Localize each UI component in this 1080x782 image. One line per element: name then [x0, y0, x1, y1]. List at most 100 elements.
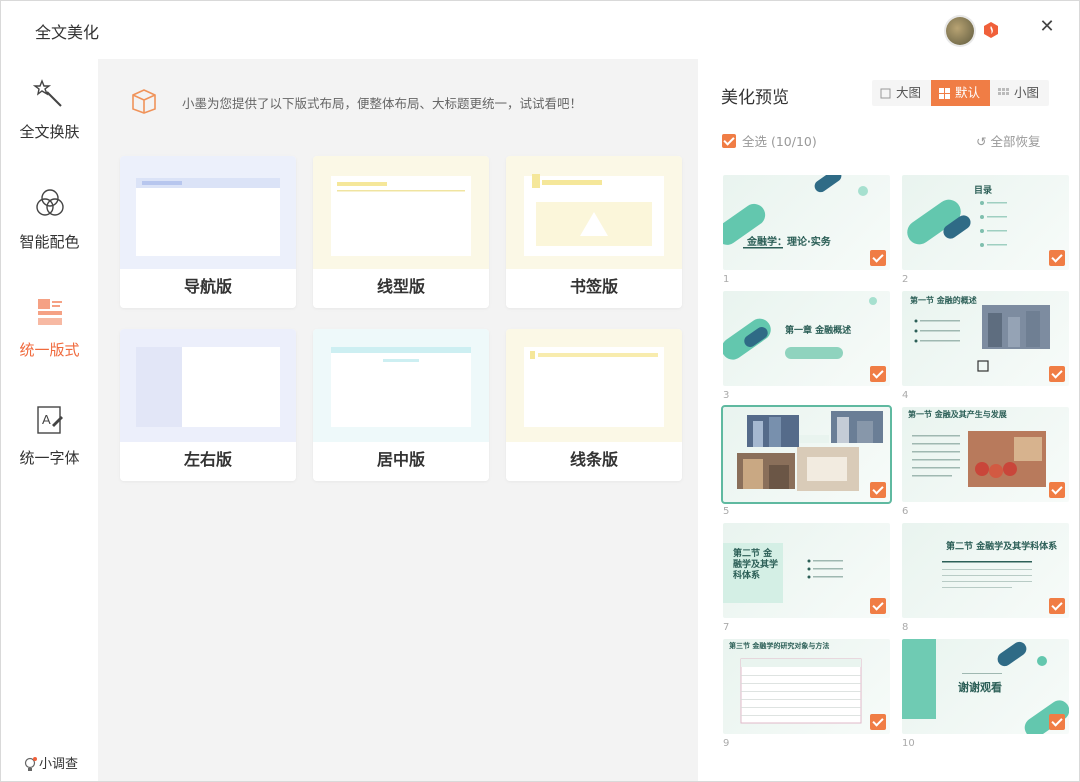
slide-title: 第一节 金融及其产生与发展	[908, 410, 1007, 419]
select-all-label: 全选 (10/10)	[742, 134, 817, 149]
survey-label: 小调查	[39, 757, 79, 772]
view-size-switcher: 大图 默认 小图	[872, 80, 1050, 106]
slide-thumbnail[interactable]: 第二节 金融学及其学科体系	[902, 523, 1069, 618]
layout-card-label: 书签版	[506, 269, 682, 308]
slide-check-icon[interactable]	[1049, 598, 1065, 614]
slide-title: 谢谢观看	[958, 681, 1002, 694]
slide-check-icon[interactable]	[870, 250, 886, 266]
slide-thumbnail[interactable]: 第一节 金融及其产生与发展	[902, 407, 1069, 502]
slide-check-icon[interactable]	[1049, 250, 1065, 266]
view-default-option[interactable]: 默认	[931, 80, 991, 106]
layout-panel: 小墨为您提供了以下版式布局，便整体布局、大标题更统一，试试看吧！ 导航版 线型版	[98, 59, 698, 781]
sidebar-item-label: 全文换肤	[19, 123, 80, 141]
slide-thumbnail[interactable]: 第二节 金融学及其学科体系	[723, 523, 890, 618]
restore-all-label: 全部恢复	[990, 134, 1041, 149]
layout-thumbnail	[313, 156, 489, 269]
slide-number: 9	[723, 738, 730, 749]
sidebar-item-layout[interactable]: 统一版式	[1, 295, 98, 360]
sidebar-item-label: 统一字体	[19, 449, 80, 467]
layout-card-stripe[interactable]: 线条版	[506, 329, 682, 481]
slide-title: 第二节 金融学及其学科体系	[946, 542, 1058, 552]
slide-title: 第一章 金融概述	[785, 326, 852, 336]
slide-grid: 金融学：理论·实务 1 目录 2 第一章 金融概述 3 第一节 金融的概述 4 …	[721, 175, 1069, 775]
slide-art	[737, 411, 883, 491]
close-button[interactable]: ✕	[1037, 17, 1057, 37]
title-bar: 全文美化 ✕	[1, 1, 1079, 59]
select-all-checkbox[interactable]: 全选 (10/10)	[722, 131, 817, 150]
layout-card-bookmark[interactable]: 书签版	[506, 156, 682, 308]
slide-check-icon[interactable]	[1049, 366, 1065, 382]
layout-card-label: 线条版	[506, 442, 682, 481]
slide-thumbnail[interactable]: 第一章 金融概述	[723, 291, 890, 386]
sidebar: 全文换肤 智能配色 统一版式 A 统一字体 小调查	[1, 59, 98, 781]
slide-art	[740, 658, 862, 724]
layout-card-line[interactable]: 线型版	[313, 156, 489, 308]
magic-wand-icon	[32, 79, 62, 107]
survey-link[interactable]: 小调查	[23, 753, 78, 773]
lightbulb-icon	[24, 756, 37, 771]
slide-thumbnail[interactable]: 目录	[902, 175, 1069, 270]
color-circles-icon	[35, 189, 64, 216]
view-option-label: 小图	[1014, 85, 1040, 100]
slide-title: 第三节 金融学的研究对象与方法	[729, 642, 830, 650]
layout-thumbnail	[120, 329, 296, 442]
view-small-option[interactable]: 小图	[990, 80, 1050, 106]
preview-panel: 美化预览 大图 默认 小图 全选 (10/10) ↺ 全部恢复 金融学：理论·实…	[698, 59, 1079, 781]
undo-icon: ↺	[976, 134, 991, 149]
layout-thumbnail	[506, 156, 682, 269]
slide-title: 第一节 金融的概述	[910, 296, 977, 305]
layout-thumbnail	[313, 329, 489, 442]
layout-card-label: 居中版	[313, 442, 489, 481]
layout-icon	[37, 299, 62, 325]
slide-title: 目录	[974, 186, 993, 196]
slide-number: 5	[723, 506, 730, 517]
slide-check-icon[interactable]	[870, 598, 886, 614]
slide-check-icon[interactable]	[1049, 482, 1065, 498]
slide-check-icon[interactable]	[870, 714, 886, 730]
slide-title: 金融学：理论·实务	[747, 237, 831, 248]
grid-view-icon	[939, 87, 951, 99]
slide-art	[723, 175, 868, 249]
vip-badge-icon	[984, 22, 998, 38]
slide-thumbnail[interactable]: 第一节 金融的概述	[902, 291, 1069, 386]
view-option-label: 大图	[896, 85, 922, 100]
slide-check-icon[interactable]	[870, 482, 886, 498]
restore-all-button[interactable]: ↺ 全部恢复	[976, 131, 1040, 150]
slide-title: 第二节 金融学及其学科体系	[733, 549, 779, 581]
layout-card-label: 左右版	[120, 442, 296, 481]
slide-thumbnail[interactable]: 谢谢观看	[902, 639, 1069, 734]
layout-card-label: 导航版	[120, 269, 296, 308]
beautify-window: 全文美化 ✕ 全文换肤 智能配色 统一版式 A 统一字体 小调查 小墨为您提供了…	[0, 0, 1080, 782]
slide-thumbnail[interactable]: 第三节 金融学的研究对象与方法	[723, 639, 890, 734]
view-large-option[interactable]: 大图	[872, 80, 932, 106]
checkbox-checked-icon	[722, 133, 736, 148]
slide-number: 6	[902, 506, 909, 517]
slide-art	[723, 297, 877, 360]
svg-text:A: A	[42, 412, 51, 427]
slide-check-icon[interactable]	[1049, 714, 1065, 730]
layout-card-center[interactable]: 居中版	[313, 329, 489, 481]
preview-title: 美化预览	[721, 88, 789, 108]
sidebar-item-font[interactable]: A 统一字体	[1, 403, 98, 468]
large-view-icon	[880, 88, 891, 98]
layout-card-label: 线型版	[313, 269, 489, 308]
layout-card-nav[interactable]: 导航版	[120, 156, 296, 308]
box-icon	[132, 89, 156, 114]
slide-thumbnail[interactable]: 金融学：理论·实务	[723, 175, 890, 270]
slide-number: 10	[902, 738, 915, 749]
slide-art	[912, 431, 1046, 487]
sidebar-item-label: 智能配色	[19, 233, 80, 251]
slide-number: 1	[723, 274, 730, 285]
sidebar-item-color[interactable]: 智能配色	[1, 187, 98, 252]
layout-card-leftright[interactable]: 左右版	[120, 329, 296, 481]
slide-thumbnail[interactable]	[721, 405, 892, 504]
layout-thumbnail	[120, 156, 296, 269]
user-avatar[interactable]	[946, 17, 974, 45]
slide-check-icon[interactable]	[870, 366, 886, 382]
slide-number: 7	[723, 622, 730, 633]
small-view-icon	[998, 87, 1010, 95]
sidebar-item-skin[interactable]: 全文换肤	[1, 77, 98, 142]
slide-number: 2	[902, 274, 909, 285]
view-option-label: 默认	[955, 85, 981, 100]
layout-thumbnail	[506, 329, 682, 442]
